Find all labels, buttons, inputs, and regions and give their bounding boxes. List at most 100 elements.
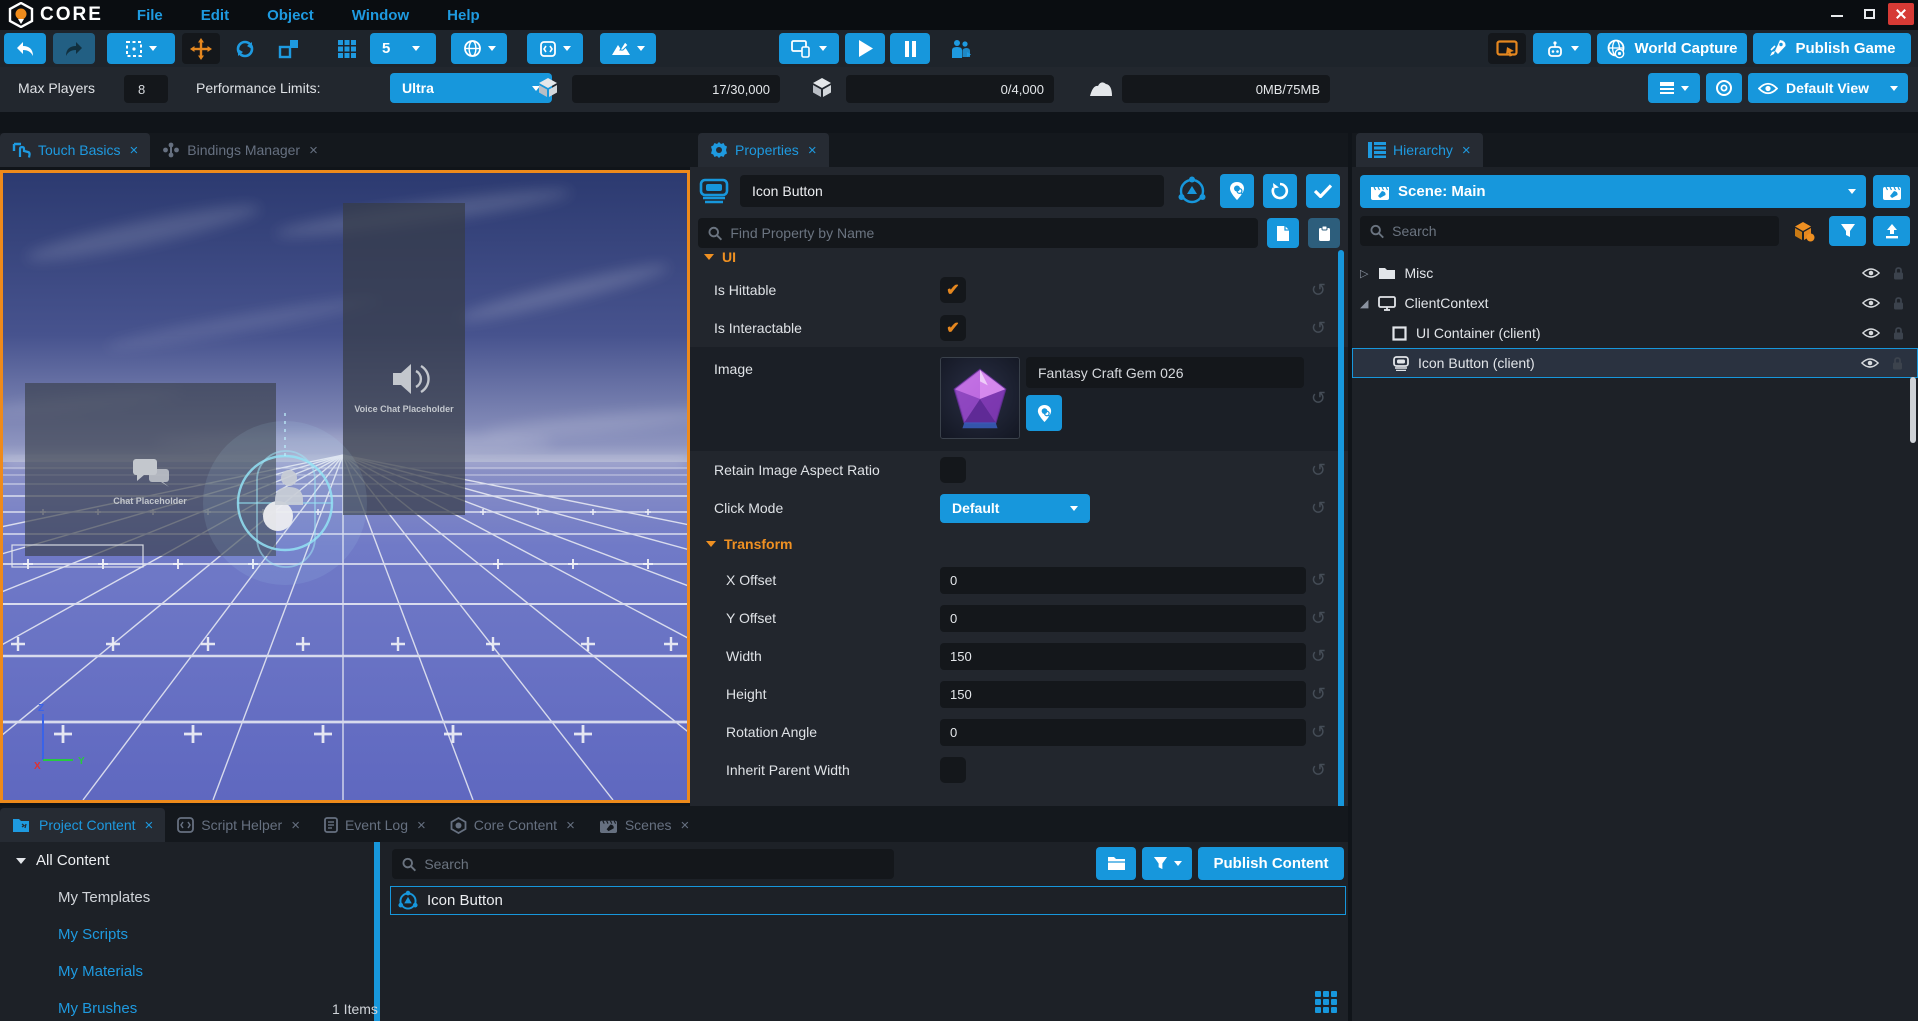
hierarchy-search-input[interactable]	[1392, 223, 1769, 239]
multiplayer-preview-button[interactable]	[942, 33, 980, 64]
preview-device-dropdown[interactable]	[779, 33, 839, 64]
lock-icon[interactable]	[1893, 267, 1904, 280]
lock-icon[interactable]	[1892, 357, 1903, 370]
tab-project-content[interactable]: Project Content ×	[0, 808, 165, 842]
publish-content-button[interactable]: Publish Content	[1198, 847, 1344, 880]
width-field[interactable]: 150	[940, 643, 1306, 670]
close-tab-icon[interactable]: ×	[291, 817, 300, 834]
scene-selector-dropdown[interactable]: Scene: Main	[1360, 175, 1866, 208]
publish-game-button[interactable]: Publish Game	[1753, 33, 1911, 64]
reset-icon[interactable]: ↺	[1311, 761, 1326, 779]
hierarchy-item-misc[interactable]: ▷ Misc	[1352, 258, 1918, 288]
reset-icon[interactable]: ↺	[1311, 281, 1326, 299]
close-tab-icon[interactable]: ×	[145, 817, 154, 834]
tab-hierarchy[interactable]: Hierarchy ×	[1356, 133, 1483, 167]
hierarchy-item-clientcontext[interactable]: ◢ ClientContext	[1352, 288, 1918, 318]
lock-icon[interactable]	[1893, 297, 1904, 310]
y-offset-field[interactable]: 0	[940, 605, 1306, 632]
reset-icon[interactable]: ↺	[1311, 319, 1326, 337]
tab-script-helper[interactable]: Script Helper ×	[165, 808, 312, 842]
reset-icon[interactable]: ↺	[1311, 389, 1326, 407]
rotate-tool-button[interactable]	[226, 33, 264, 64]
content-search[interactable]	[392, 849, 894, 879]
content-search-input[interactable]	[424, 856, 884, 872]
restore-button[interactable]	[1856, 3, 1882, 25]
reset-icon[interactable]: ↺	[1311, 499, 1326, 517]
image-asset-field[interactable]: Fantasy Craft Gem 026	[1026, 357, 1304, 388]
reset-icon[interactable]: ↺	[1311, 685, 1326, 703]
hierarchy-scrollbar[interactable]	[1910, 377, 1916, 443]
content-item-icon-button[interactable]: Icon Button	[390, 886, 1346, 915]
visibility-eye-icon[interactable]	[1861, 357, 1879, 369]
export-button[interactable]	[1873, 216, 1910, 246]
menu-edit[interactable]: Edit	[201, 7, 229, 24]
menu-window[interactable]: Window	[352, 7, 409, 24]
menu-file[interactable]: File	[137, 7, 163, 24]
screen-capture-toggle[interactable]	[1488, 33, 1526, 64]
menu-help[interactable]: Help	[447, 7, 480, 24]
max-players-field[interactable]: 8	[124, 75, 168, 103]
terrain-dropdown[interactable]	[600, 33, 656, 64]
world-capture-button[interactable]: World Capture	[1597, 33, 1747, 64]
selection-mode-dropdown[interactable]	[107, 33, 175, 64]
redo-button[interactable]	[53, 33, 95, 64]
open-folder-button[interactable]	[1096, 847, 1136, 880]
scene-viewport[interactable]: Voice Chat Placeholder Chat Placeholder	[0, 170, 690, 803]
reset-icon[interactable]: ↺	[1311, 609, 1326, 627]
image-find-asset-button[interactable]	[1026, 395, 1062, 431]
section-ui[interactable]: UI	[690, 251, 1348, 265]
close-tab-icon[interactable]: ×	[309, 142, 318, 159]
hierarchy-item-icon-button[interactable]: Icon Button (client)	[1352, 348, 1918, 378]
tree-divider[interactable]	[374, 842, 380, 1021]
pause-button[interactable]	[890, 33, 930, 64]
image-thumbnail[interactable]	[940, 357, 1020, 439]
visibility-eye-icon[interactable]	[1862, 327, 1880, 339]
close-tab-icon[interactable]: ×	[681, 817, 690, 834]
close-tab-icon[interactable]: ×	[566, 817, 575, 834]
help-target-button[interactable]	[1706, 73, 1742, 103]
tree-item-all-content[interactable]: All Content	[0, 842, 374, 879]
scenes-manager-button[interactable]	[1873, 175, 1910, 208]
grid-view-button[interactable]	[1314, 990, 1338, 1019]
world-settings-dropdown[interactable]	[451, 33, 507, 64]
close-tab-icon[interactable]: ×	[808, 142, 817, 159]
snap-grid-button[interactable]	[328, 33, 366, 64]
lock-icon[interactable]	[1893, 327, 1904, 340]
object-name-field[interactable]: Icon Button	[740, 175, 1164, 207]
reset-all-button[interactable]	[1263, 174, 1297, 208]
hierarchy-search[interactable]	[1360, 216, 1779, 246]
content-filter-dropdown[interactable]	[1142, 847, 1192, 880]
performance-limits-dropdown[interactable]: Ultra	[390, 73, 552, 103]
section-transform[interactable]: Transform	[690, 527, 1348, 561]
scale-tool-button[interactable]	[270, 33, 308, 64]
tab-event-log[interactable]: Event Log ×	[312, 808, 438, 842]
reset-icon[interactable]: ↺	[1311, 723, 1326, 741]
apply-button[interactable]	[1306, 174, 1340, 208]
tab-scenes[interactable]: Scenes ×	[587, 808, 701, 842]
assistant-dropdown[interactable]	[1533, 33, 1591, 64]
play-button[interactable]	[845, 33, 885, 64]
inherit-parent-width-checkbox[interactable]: ✔	[940, 757, 966, 783]
close-tab-icon[interactable]: ×	[1462, 142, 1471, 159]
tree-item-my-brushes[interactable]: My Brushes	[0, 990, 374, 1021]
click-mode-dropdown[interactable]: Default	[940, 494, 1090, 523]
undo-button[interactable]	[4, 33, 46, 64]
tab-touch-basics[interactable]: Touch Basics ×	[0, 133, 150, 167]
expand-arrow-icon[interactable]: ▷	[1360, 267, 1368, 280]
minimize-button[interactable]	[1824, 3, 1850, 25]
default-view-dropdown[interactable]: Default View	[1748, 73, 1908, 103]
portal-dropdown[interactable]	[527, 33, 583, 64]
retain-aspect-checkbox[interactable]: ✔	[940, 457, 966, 483]
networked-filter-button[interactable]	[1786, 216, 1822, 246]
reset-icon[interactable]: ↺	[1311, 461, 1326, 479]
is-interactable-checkbox[interactable]: ✔	[940, 315, 966, 341]
height-field[interactable]: 150	[940, 681, 1306, 708]
collapse-arrow-icon[interactable]: ◢	[1360, 297, 1368, 310]
tab-core-content[interactable]: Core Content ×	[438, 808, 587, 842]
move-tool-button[interactable]	[182, 33, 220, 64]
find-references-button[interactable]	[1220, 174, 1254, 208]
tab-properties[interactable]: Properties ×	[698, 133, 829, 167]
filter-button[interactable]	[1829, 216, 1866, 246]
hierarchy-item-ui-container[interactable]: UI Container (client)	[1352, 318, 1918, 348]
close-button[interactable]	[1888, 3, 1914, 25]
